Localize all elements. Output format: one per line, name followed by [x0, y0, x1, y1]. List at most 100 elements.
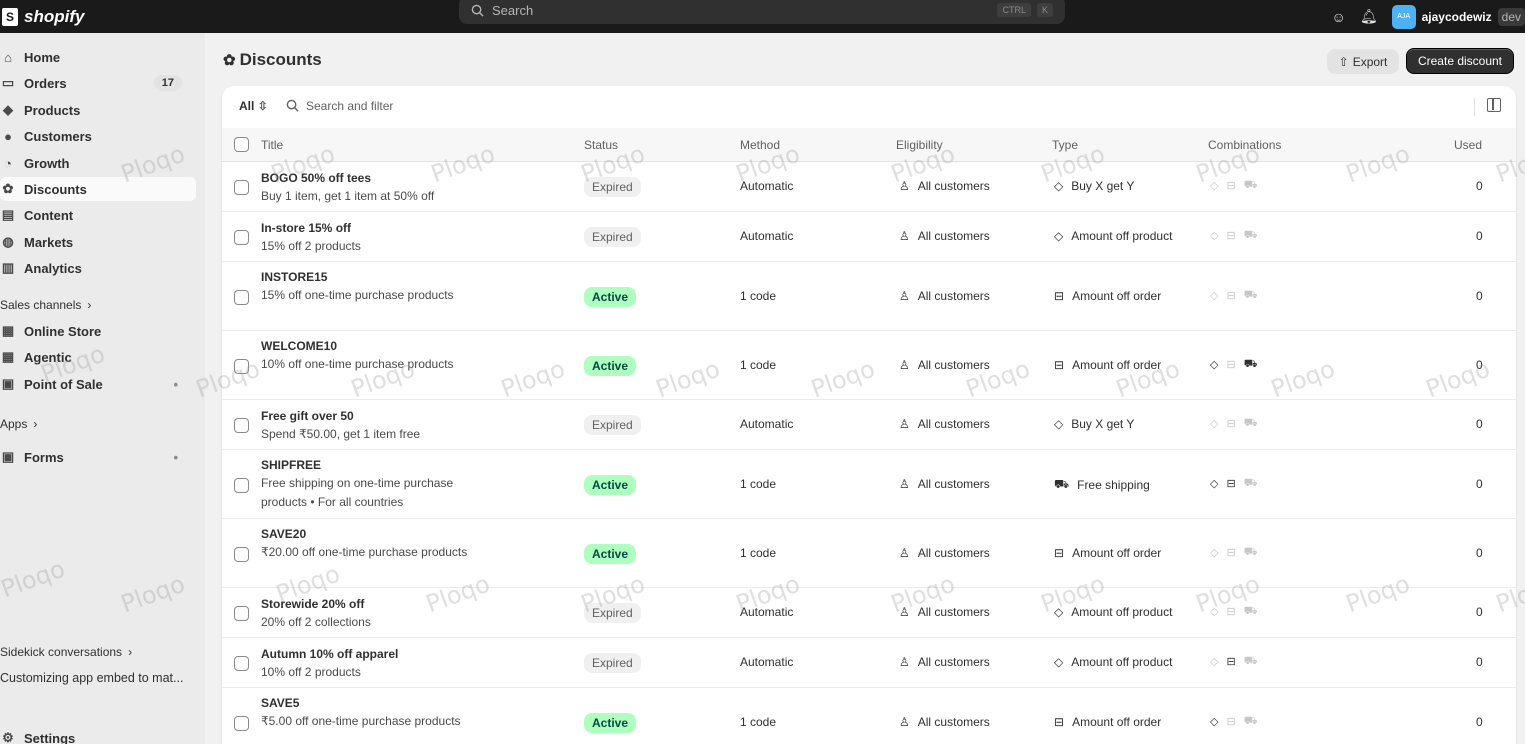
sidebar-item-discounts[interactable]: ✿ Discounts [0, 177, 196, 201]
cart-icon: ⊟ [1054, 715, 1065, 729]
sidebar-item-agentic[interactable]: ▦ Agentic [0, 345, 196, 369]
columns-icon[interactable] [1487, 98, 1501, 112]
sidebar-item-online-store[interactable]: ▦ Online Store [0, 319, 196, 343]
discount-title[interactable]: Free gift over 50 [261, 409, 354, 423]
discount-title[interactable]: SHIPFREE [261, 458, 321, 472]
table-row[interactable]: Free gift over 50 Spend ₹50.00, get 1 ite… [222, 400, 1516, 450]
sidebar-item-customers[interactable]: ● Customers [0, 124, 196, 148]
type-cell: ◇ Amount off product [1054, 229, 1172, 243]
cart-icon: ⊟ [1054, 289, 1065, 303]
chevron-right-icon: › [128, 645, 133, 659]
sidebar-item-content[interactable]: ▤ Content [0, 203, 196, 227]
sidebar-item-markets[interactable]: ◍ Markets [0, 230, 196, 254]
discount-title[interactable]: INSTORE15 [261, 270, 327, 284]
tag-icon: ◇ [1054, 605, 1064, 619]
product-discount-icon: ◇ [1210, 478, 1219, 490]
product-discount-icon: ◇ [1210, 418, 1219, 430]
column-header-type[interactable]: Type [1052, 138, 1078, 152]
discount-title[interactable]: WELCOME10 [261, 339, 337, 353]
table-row[interactable]: INSTORE15 15% off one-time purchase produ… [222, 262, 1516, 331]
sidebar-item-label: Products [24, 102, 81, 118]
sidebar-item-label: Growth [24, 155, 70, 171]
sidebar-item-products[interactable]: ◆ Products [0, 98, 196, 122]
column-header-status[interactable]: Status [584, 138, 618, 152]
table-row[interactable]: SAVE5 ₹5.00 off one-time purchase product… [222, 688, 1516, 744]
select-all-checkbox[interactable] [234, 137, 249, 152]
column-header-used[interactable]: Used [1454, 138, 1482, 152]
discount-title[interactable]: BOGO 50% off tees [261, 171, 371, 185]
sidekick-header[interactable]: Sidekick conversations › [0, 645, 132, 659]
discount-title[interactable]: Autumn 10% off apparel [261, 647, 398, 661]
sales-channels-header[interactable]: Sales channels › [0, 298, 91, 312]
type-label: Amount off product [1071, 229, 1173, 243]
product-discount-icon: ◇ [1210, 230, 1219, 242]
account-menu[interactable]: AJA ajaycodewiz dev [1391, 4, 1525, 29]
type-label: Amount off product [1071, 655, 1173, 669]
table-row[interactable]: WELCOME10 10% off one-time purchase produ… [222, 331, 1516, 400]
sidebar-item-point-of-sale[interactable]: ▣ Point of Sale • [0, 372, 196, 396]
sidebar-item-growth[interactable]: ◔ Growth [0, 151, 196, 175]
row-checkbox[interactable] [234, 290, 249, 305]
product-discount-icon: ◇ [1210, 716, 1219, 728]
method-cell: Automatic [740, 655, 794, 669]
row-checkbox[interactable] [234, 716, 249, 731]
eligibility-cell: ♙ All customers [899, 655, 990, 669]
table-row[interactable]: Autumn 10% off apparel 10% off 2 products… [222, 638, 1516, 688]
row-checkbox[interactable] [234, 180, 249, 195]
discount-title[interactable]: Storewide 20% off [261, 597, 364, 611]
table-row[interactable]: In-store 15% off 15% off 2 products Expire… [222, 212, 1516, 262]
column-header-title[interactable]: Title [261, 138, 283, 152]
discount-description: 20% off 2 collections [261, 615, 371, 629]
global-search-input[interactable]: Search CTRL K [459, 0, 1065, 24]
eligibility-label: All customers [917, 546, 990, 560]
table-row[interactable]: Storewide 20% off 20% off 2 collections Ex… [222, 588, 1516, 638]
row-checkbox[interactable] [234, 656, 249, 671]
sidebar-item-analytics[interactable]: ▥ Analytics [0, 256, 196, 280]
discount-title[interactable]: SAVE5 [261, 696, 299, 710]
shipping-discount-icon: ⛟ [1243, 229, 1258, 241]
create-discount-button[interactable]: Create discount [1406, 48, 1514, 74]
bell-icon[interactable]: 🔔︎ [1360, 8, 1378, 25]
page-title: ✿ Discounts [223, 50, 322, 70]
shopify-logo[interactable]: S shopify [0, 0, 84, 33]
row-checkbox[interactable] [234, 478, 249, 493]
person-icon: ♙ [899, 477, 910, 491]
table-row[interactable]: SHIPFREE Free shipping on one-time purcha… [222, 450, 1516, 519]
order-discount-icon: ⊟ [1226, 180, 1236, 192]
search-icon [286, 99, 299, 112]
discount-title[interactable]: SAVE20 [261, 527, 306, 541]
order-discount-icon: ⊟ [1226, 606, 1236, 618]
type-label: Amount off order [1072, 289, 1162, 303]
sidebar-item-settings[interactable]: ⚙ Settings [0, 726, 196, 744]
search-filter-input[interactable]: Search and filter [286, 99, 393, 113]
eligibility-label: All customers [917, 477, 990, 491]
column-header-combinations[interactable]: Combinations [1208, 138, 1281, 152]
section-label: Sidekick conversations [0, 645, 123, 659]
sidekick-conversation-item[interactable]: Customizing app embed to mat... [0, 671, 183, 685]
sidebar-item-forms[interactable]: ▣ Forms • [0, 445, 196, 469]
row-checkbox[interactable] [234, 418, 249, 433]
table-row[interactable]: SAVE20 ₹20.00 off one-time purchase produ… [222, 519, 1516, 588]
tag-icon: ◇ [1054, 417, 1064, 431]
eligibility-cell: ♙ All customers [899, 358, 990, 372]
shipping-discount-icon: ⛟ [1243, 546, 1258, 558]
sidebar-item-label: Settings [24, 730, 76, 744]
view-select-all[interactable]: All ⇳ [239, 99, 268, 113]
row-checkbox[interactable] [234, 547, 249, 562]
column-header-method[interactable]: Method [740, 138, 780, 152]
sidebar-item-orders[interactable]: ▭ Orders 17 [0, 71, 196, 95]
eligibility-cell: ♙ All customers [899, 605, 990, 619]
type-cell: ⊟ Amount off order [1054, 289, 1161, 303]
row-checkbox[interactable] [234, 606, 249, 621]
product-discount-icon: ◇ [1210, 359, 1219, 371]
discount-title[interactable]: In-store 15% off [261, 221, 351, 235]
table-row[interactable]: BOGO 50% off tees Buy 1 item, get 1 item … [222, 162, 1516, 212]
column-header-eligibility[interactable]: Eligibility [896, 138, 943, 152]
apps-header[interactable]: Apps › [0, 417, 37, 431]
row-checkbox[interactable] [234, 359, 249, 374]
sidekick-icon[interactable]: ☺ [1332, 9, 1346, 25]
export-button[interactable]: ⇧ Export [1327, 49, 1399, 74]
row-checkbox[interactable] [234, 230, 249, 245]
sidebar-item-home[interactable]: ⌂ Home [0, 45, 196, 69]
combinations-cell: ◇ ⊟ ⛟ [1210, 229, 1258, 243]
